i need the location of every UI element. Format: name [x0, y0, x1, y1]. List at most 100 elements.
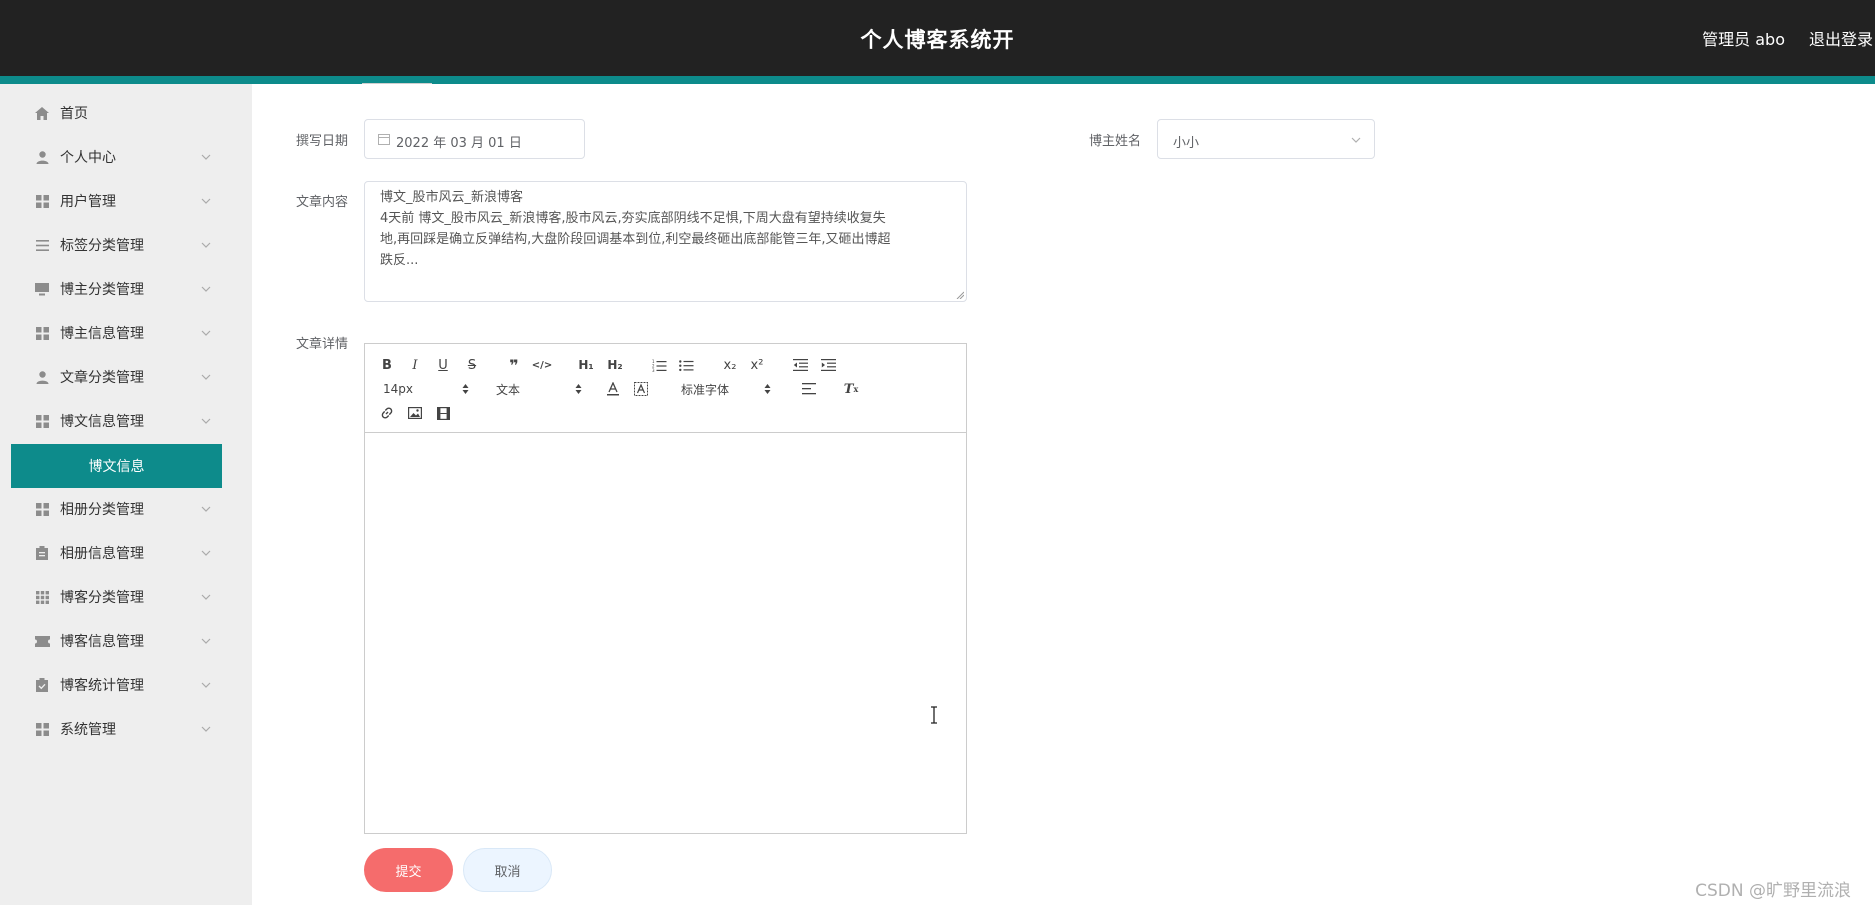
grid-icon [34, 193, 50, 209]
chevron-down-icon [201, 726, 211, 732]
code-block-icon[interactable]: </> [532, 355, 552, 375]
background-color-icon[interactable] [633, 379, 649, 399]
svg-text:3: 3 [652, 368, 655, 372]
top-header: 个人博客系统开 管理员 abo 退出登录 [0, 0, 1875, 76]
sidebar-subitem-post[interactable]: 博文信息 [11, 444, 222, 488]
grid-icon [34, 721, 50, 737]
sidebar-item-blog-category[interactable]: 博客分类管理 [0, 575, 252, 619]
chevron-down-icon [201, 198, 211, 204]
align-icon[interactable] [801, 379, 817, 399]
sidebar-item-blogger-info[interactable]: 博主信息管理 [0, 311, 252, 355]
bold-icon[interactable]: B [379, 355, 395, 375]
font-size-value: 14px [383, 382, 413, 396]
sidebar-item-article-category[interactable]: 文章分类管理 [0, 355, 252, 399]
home-icon [34, 105, 50, 121]
sidebar-item-label: 用户管理 [60, 194, 116, 210]
image-icon[interactable] [407, 403, 423, 423]
cancel-button[interactable]: 取消 [463, 848, 552, 892]
monitor-icon [34, 281, 50, 297]
bullet-list-icon[interactable] [677, 355, 695, 375]
strikethrough-icon[interactable]: S [464, 355, 480, 375]
clipped-field-edge [362, 78, 432, 84]
text-cursor-icon [931, 706, 937, 724]
sidebar: 首页 个人中心 用户管理 标签分类管理 博主分类管理 博主信息管理 文章分类管理… [0, 84, 252, 905]
ticket-icon [34, 633, 50, 649]
indent-icon[interactable] [819, 355, 837, 375]
outdent-icon[interactable] [791, 355, 809, 375]
editor-content-area[interactable] [365, 434, 966, 833]
font-color-icon[interactable] [605, 379, 621, 399]
detail-label: 文章详情 [296, 337, 349, 352]
font-family-value: 标准字体 [681, 382, 730, 397]
date-picker[interactable]: 2022 年 03 月 01 日 [364, 119, 585, 159]
video-icon[interactable] [435, 403, 451, 423]
content-textarea[interactable]: 博文_股市风云_新浪博客 4天前 博文_股市风云_新浪博客,股市风云,夯实底部阴… [364, 181, 967, 302]
grid-icon [34, 413, 50, 429]
sidebar-item-label: 相册信息管理 [60, 546, 144, 562]
blogger-name-select[interactable]: 小小 [1157, 119, 1375, 159]
blockquote-icon[interactable]: ❞ [505, 355, 523, 375]
dots-grid-icon [34, 589, 50, 605]
sidebar-item-label: 博主信息管理 [60, 326, 144, 342]
resize-handle-icon[interactable] [956, 291, 964, 299]
chevron-down-icon [201, 506, 211, 512]
sidebar-item-post-info[interactable]: 博文信息管理 [0, 399, 252, 443]
logout-link[interactable]: 退出登录 [1809, 26, 1873, 50]
sidebar-item-album-info[interactable]: 相册信息管理 [0, 531, 252, 575]
editor-toolbar: B I U S ❞ </> H₁ H₂ 123 x₂ x² 14px 文本 标准… [365, 344, 966, 433]
italic-icon[interactable]: I [407, 355, 423, 375]
heading-2-icon[interactable]: H₂ [605, 355, 625, 375]
block-type-select[interactable]: 文本 [496, 379, 582, 399]
underline-icon[interactable]: U [435, 355, 451, 375]
list-icon [34, 237, 50, 253]
content-line: 地,再回踩是确立反弹结构,大盘阶段回调基本到位,利空最终砸出底部能管三年,又砸出… [380, 232, 891, 247]
clipboard-check-icon [34, 677, 50, 693]
sidebar-item-label: 系统管理 [60, 722, 116, 738]
grid-icon [34, 325, 50, 341]
header-accent-bar [0, 76, 1875, 84]
superscript-icon[interactable]: x² [747, 355, 767, 375]
content-label: 文章内容 [296, 195, 349, 210]
sidebar-item-label: 相册分类管理 [60, 502, 144, 518]
sidebar-item-label: 博客分类管理 [60, 590, 144, 606]
chevron-down-icon [201, 154, 211, 160]
watermark: CSDN @旷野里流浪 [1695, 881, 1851, 901]
font-size-select[interactable]: 14px [383, 379, 469, 399]
subscript-icon[interactable]: x₂ [720, 355, 740, 375]
font-family-select[interactable]: 标准字体 [681, 379, 771, 399]
chevron-down-icon [201, 374, 211, 380]
sidebar-item-album-category[interactable]: 相册分类管理 [0, 487, 252, 531]
sidebar-item-label: 文章分类管理 [60, 370, 144, 386]
chevron-down-icon [201, 330, 211, 336]
heading-1-icon[interactable]: H₁ [576, 355, 596, 375]
sidebar-item-label: 博客统计管理 [60, 678, 144, 694]
sidebar-item-system[interactable]: 系统管理 [0, 707, 252, 751]
ordered-list-icon[interactable]: 123 [650, 355, 668, 375]
chevron-down-icon [1351, 137, 1361, 143]
sidebar-item-personal-center[interactable]: 个人中心 [0, 135, 252, 179]
user-icon [34, 369, 50, 385]
sidebar-item-blog-stats[interactable]: 博客统计管理 [0, 663, 252, 707]
sidebar-item-label: 个人中心 [60, 150, 116, 166]
updown-arrow-icon [764, 384, 771, 394]
block-type-value: 文本 [496, 382, 521, 397]
clear-format-icon[interactable]: Tx [842, 379, 860, 399]
content-line: 跌反... [380, 253, 419, 268]
sidebar-item-blogger-category[interactable]: 博主分类管理 [0, 267, 252, 311]
rich-text-editor: B I U S ❞ </> H₁ H₂ 123 x₂ x² 14px 文本 标准… [364, 343, 967, 834]
sidebar-item-home[interactable]: 首页 [0, 91, 252, 135]
chevron-down-icon [201, 638, 211, 644]
sidebar-item-blog-info[interactable]: 博客信息管理 [0, 619, 252, 663]
date-label: 撰写日期 [296, 134, 349, 149]
submit-button[interactable]: 提交 [364, 848, 453, 892]
chevron-down-icon [201, 286, 211, 292]
updown-arrow-icon [462, 384, 469, 394]
sidebar-item-tag-category[interactable]: 标签分类管理 [0, 223, 252, 267]
date-value: 2022 年 03 月 01 日 [396, 136, 522, 151]
sidebar-item-label: 博客信息管理 [60, 634, 144, 650]
sidebar-item-label: 博文信息管理 [60, 414, 144, 430]
link-icon[interactable] [379, 403, 395, 423]
calendar-icon [378, 134, 390, 145]
sidebar-item-user-management[interactable]: 用户管理 [0, 179, 252, 223]
content-line: 4天前 博文_股市风云_新浪博客,股市风云,夯实底部阴线不足惧,下周大盘有望持续… [380, 211, 886, 226]
